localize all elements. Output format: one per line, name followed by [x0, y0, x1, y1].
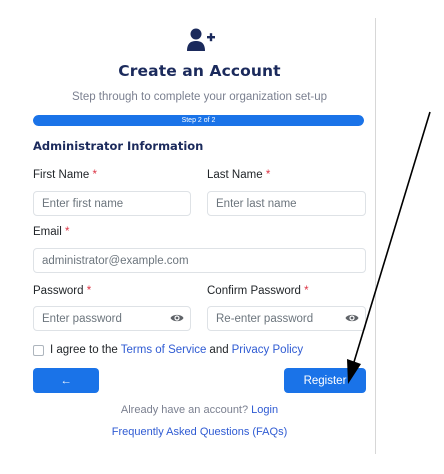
terms-checkbox[interactable]	[33, 344, 44, 356]
first-name-label: First Name *	[33, 169, 97, 181]
required-mark: *	[64, 226, 70, 238]
faq-line: Frequently Asked Questions (FAQs)	[33, 426, 366, 438]
required-mark: *	[265, 169, 271, 181]
step-progress-bar: Step 2 of 2	[33, 115, 364, 126]
login-prompt: Already have an account? Login	[33, 404, 366, 416]
faq-link[interactable]: Frequently Asked Questions (FAQs)	[112, 426, 287, 438]
email-label-text: Email	[33, 226, 62, 238]
last-name-input[interactable]	[207, 191, 366, 216]
page-subtitle: Step through to complete your organizati…	[71, 91, 328, 103]
last-name-label: Last Name *	[207, 169, 270, 181]
email-input[interactable]	[33, 248, 366, 273]
first-name-input[interactable]	[33, 191, 191, 216]
card-edge-divider	[375, 18, 376, 454]
confirm-password-field	[207, 306, 366, 331]
first-name-label-text: First Name	[33, 169, 90, 181]
privacy-policy-link[interactable]: Privacy Policy	[232, 344, 304, 356]
terms-agreement-row: I agree to the Terms of Service and Priv…	[33, 343, 303, 357]
page-title: Create an Account	[118, 62, 281, 80]
signup-card: Create an Account Step through to comple…	[0, 0, 376, 474]
confirm-password-label: Confirm Password *	[207, 285, 309, 297]
agreement-prefix: I agree to the	[50, 344, 118, 356]
login-link[interactable]: Login	[251, 404, 278, 416]
register-button[interactable]: Register	[284, 368, 366, 393]
required-mark: *	[304, 285, 309, 297]
agreement-conjunction: and	[209, 344, 229, 356]
section-title: Administrator Information	[33, 139, 204, 153]
eye-icon[interactable]	[170, 312, 184, 324]
required-mark: *	[92, 169, 97, 181]
confirm-password-label-text: Confirm Password	[207, 285, 301, 297]
required-mark: *	[86, 285, 92, 297]
eye-icon[interactable]	[345, 312, 359, 324]
login-prompt-text: Already have an account?	[120, 404, 249, 416]
terms-of-service-link[interactable]: Terms of Service	[121, 344, 207, 356]
progress-label: Step 2 of 2	[181, 117, 216, 124]
last-name-label-text: Last Name	[207, 169, 263, 181]
user-plus-icon	[187, 28, 215, 51]
password-field	[33, 306, 191, 331]
back-button[interactable]: ←	[33, 368, 99, 393]
password-input[interactable]	[33, 306, 191, 331]
password-label-text: Password	[33, 285, 84, 297]
confirm-password-input[interactable]	[207, 306, 366, 331]
email-label: Email *	[33, 226, 69, 238]
password-label: Password *	[33, 285, 91, 297]
